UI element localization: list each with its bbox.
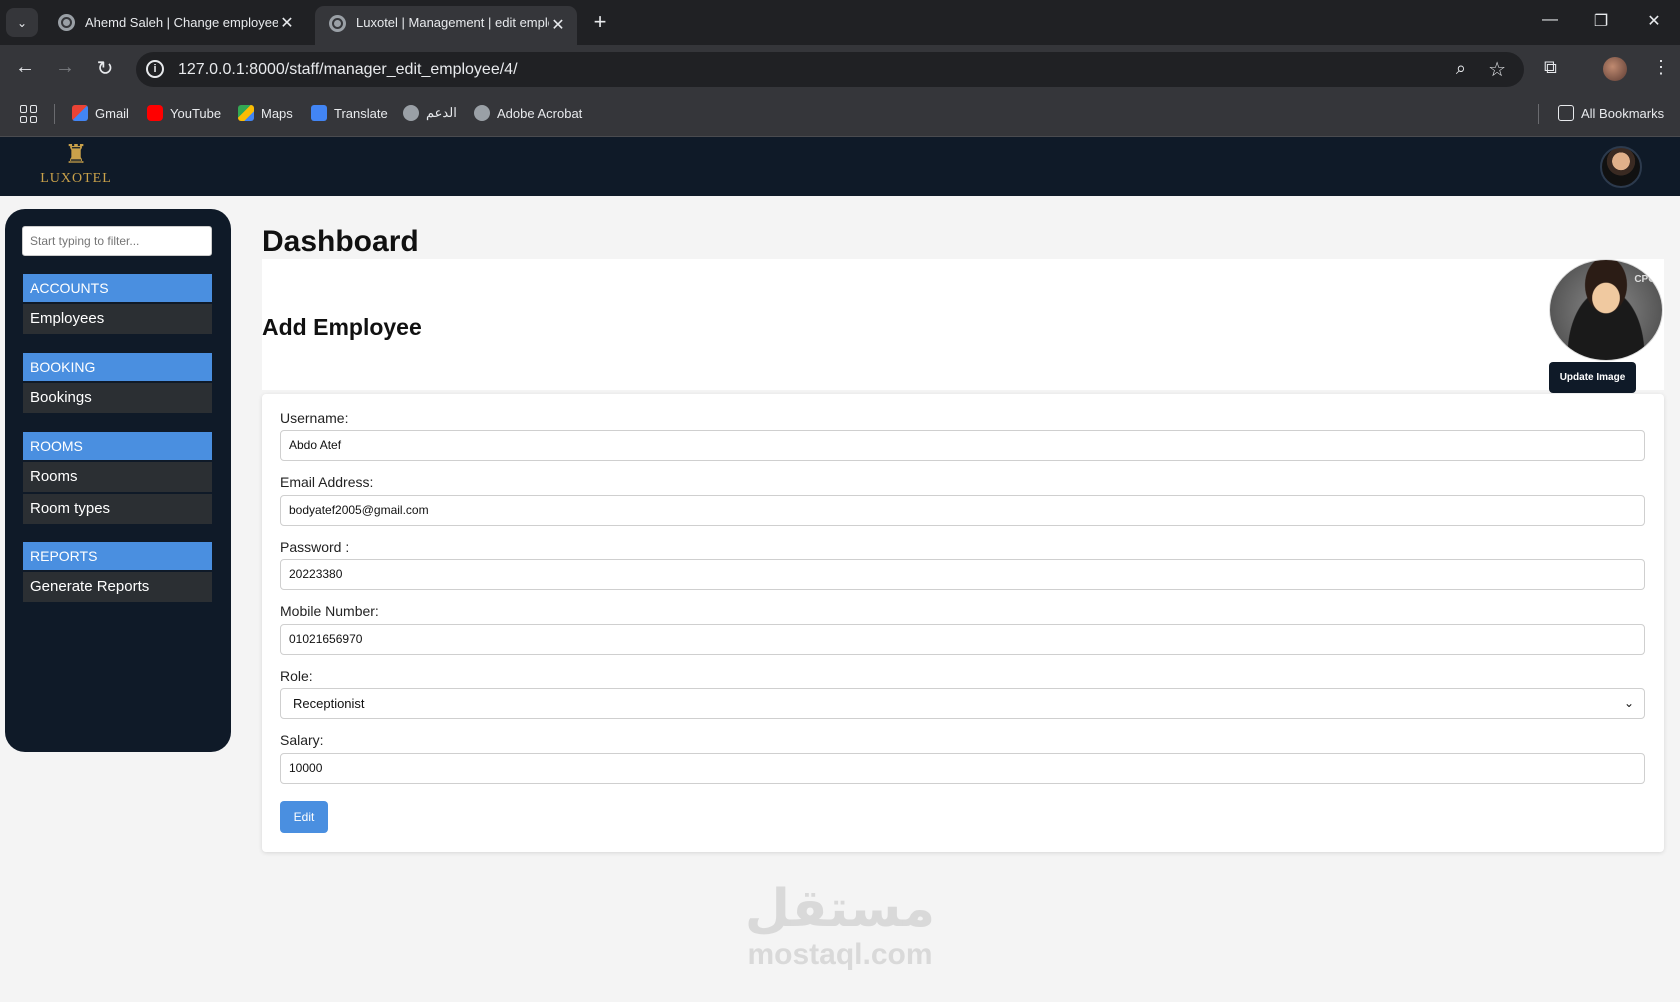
forward-icon[interactable]: → (52, 56, 78, 79)
card-title: Add Employee (262, 314, 422, 340)
sidebar-heading-rooms: ROOMS (23, 432, 212, 460)
mobile-input[interactable]: 01021656970 (280, 624, 1645, 655)
user-avatar[interactable] (1600, 146, 1642, 188)
bookmark-label: Adobe Acrobat (497, 105, 583, 121)
tab-search-chevron-icon[interactable]: ⌄ (6, 8, 38, 37)
salary-input[interactable]: 10000 (280, 753, 1645, 784)
close-window-icon[interactable]: ✕ (1644, 11, 1664, 31)
email-label: Email Address: (280, 474, 374, 490)
sidebar-heading-booking: BOOKING (23, 353, 212, 381)
page-title: Dashboard (262, 225, 419, 258)
logo-text: LUXOTEL (40, 171, 112, 186)
username-label: Username: (280, 410, 349, 426)
mobile-label: Mobile Number: (280, 603, 379, 619)
new-tab-icon[interactable]: + (588, 9, 612, 35)
watermark-logo: مستقل mostaql.com (720, 880, 960, 972)
sidebar-heading-accounts: ACCOUNTS (23, 274, 212, 302)
role-selected-value: Receptionist (293, 696, 365, 711)
all-bookmarks-label: All Bookmarks (1581, 105, 1665, 121)
extensions-icon[interactable]: ⧉ (1544, 57, 1557, 78)
sidebar: ACCOUNTS Employees BOOKING Bookings ROOM… (5, 209, 231, 752)
sidebar-item-rooms[interactable]: Rooms (23, 462, 212, 492)
apps-grid-icon[interactable] (20, 105, 38, 123)
sidebar-item-bookings[interactable]: Bookings (23, 383, 212, 413)
chevron-down-icon: ⌄ (1623, 696, 1634, 710)
employee-avatar: CPO (1549, 259, 1663, 361)
tab-title: Luxotel | Management | edit employee (356, 15, 549, 30)
translate-icon (311, 105, 327, 121)
email-input[interactable]: bodyatef2005@gmail.com (280, 495, 1645, 526)
site-info-icon[interactable]: i (146, 60, 164, 78)
divider (54, 104, 55, 124)
maps-icon (238, 105, 254, 121)
sidebar-item-room-types[interactable]: Room types (23, 494, 212, 524)
avatar-badge-text: CPO (1634, 274, 1656, 285)
password-input[interactable]: 20223380 (280, 559, 1645, 590)
bookmark-label: YouTube (170, 105, 222, 121)
back-icon[interactable]: ← (12, 56, 38, 79)
sidebar-item-generate-reports[interactable]: Generate Reports (23, 572, 212, 602)
bookmark-acrobat[interactable]: Adobe Acrobat (474, 105, 582, 121)
bookmarks-bar: Gmail YouTube Maps Translate الدعم Adobe… (0, 91, 1680, 137)
close-tab-icon[interactable]: ✕ (278, 13, 296, 33)
salary-label: Salary: (280, 732, 324, 748)
bookmark-gmail[interactable]: Gmail (72, 105, 129, 121)
sidebar-filter-input[interactable] (22, 226, 212, 256)
browser-tab[interactable]: Ahemd Saleh | Change employee | ✕ (44, 6, 306, 39)
bookmark-label: Gmail (95, 105, 129, 121)
globe-icon (58, 14, 75, 31)
globe-icon (403, 105, 419, 121)
folder-icon (1558, 105, 1574, 121)
gmail-icon (72, 105, 88, 121)
zoom-icon[interactable]: ⌕ (1456, 58, 1466, 79)
globe-icon (474, 105, 490, 121)
divider (1538, 104, 1539, 124)
globe-icon (329, 15, 346, 32)
edit-button[interactable]: Edit (280, 801, 328, 833)
bookmark-maps[interactable]: Maps (238, 105, 293, 121)
role-label: Role: (280, 668, 313, 684)
watermark-arabic: مستقل (744, 879, 936, 939)
luxotel-logo[interactable]: ♜ LUXOTEL (36, 139, 116, 187)
update-image-button[interactable]: Update Image (1549, 362, 1636, 393)
card-header (262, 259, 1664, 390)
browser-tab-strip: ⌄ Ahemd Saleh | Change employee | ✕ Luxo… (0, 0, 1680, 45)
bookmark-label: Maps (261, 105, 293, 121)
bookmark-label: الدعم (426, 105, 457, 120)
username-input[interactable]: Abdo Atef (280, 430, 1645, 461)
minimize-icon[interactable]: — (1540, 11, 1560, 29)
youtube-icon (147, 105, 163, 121)
crown-logo-icon: ♜ (64, 139, 88, 169)
site-header: ♜ LUXOTEL (0, 137, 1680, 196)
reload-icon[interactable]: ↻ (92, 56, 118, 81)
browser-tab-active[interactable]: Luxotel | Management | edit employee ✕ (315, 6, 577, 45)
password-label: Password : (280, 539, 350, 555)
sidebar-item-employees[interactable]: Employees (23, 304, 212, 334)
url-text[interactable]: 127.0.0.1:8000/staff/manager_edit_employ… (178, 61, 518, 79)
bookmark-label: Translate (334, 105, 388, 121)
bookmark-youtube[interactable]: YouTube (147, 105, 221, 121)
sidebar-heading-reports: REPORTS (23, 542, 212, 570)
tab-title: Ahemd Saleh | Change employee | (85, 15, 278, 30)
bookmark-translate[interactable]: Translate (311, 105, 388, 121)
profile-avatar[interactable] (1603, 57, 1627, 81)
menu-kebab-icon[interactable]: ⋮ (1652, 57, 1670, 78)
restore-icon[interactable]: ❐ (1591, 11, 1611, 31)
watermark-latin: mostaql.com (747, 938, 933, 971)
bookmark-star-icon[interactable]: ☆ (1488, 57, 1506, 82)
bookmark-support[interactable]: الدعم (403, 105, 457, 121)
role-select[interactable]: Receptionist ⌄ (280, 688, 1645, 719)
address-bar[interactable]: i 127.0.0.1:8000/staff/manager_edit_empl… (136, 52, 1524, 87)
close-tab-icon[interactable]: ✕ (549, 15, 567, 35)
all-bookmarks[interactable]: All Bookmarks (1558, 105, 1664, 121)
browser-toolbar: ← → ↻ i 127.0.0.1:8000/staff/manager_edi… (0, 45, 1680, 91)
